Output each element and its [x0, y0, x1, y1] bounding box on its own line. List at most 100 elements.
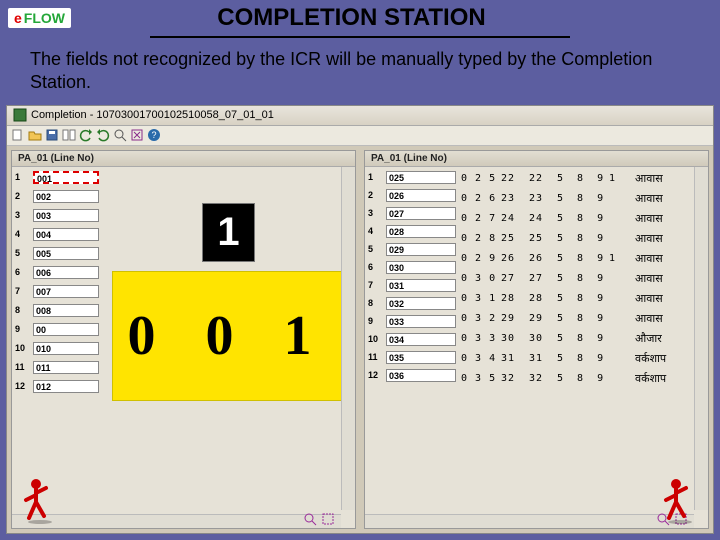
line-no-input[interactable]: 031 [386, 279, 456, 292]
data-row: 0 2 623235 8 9आवास [461, 191, 706, 206]
right-field-row[interactable]: 4 028 [368, 225, 456, 238]
col-n1: 25 [501, 233, 523, 244]
col-n2: 24 [529, 213, 551, 224]
col-code: 0 3 2 [461, 313, 495, 324]
right-field-row[interactable]: 12036 [368, 369, 456, 382]
left-field-row[interactable]: 12012 [15, 380, 99, 393]
line-no-input[interactable]: 002 [33, 190, 99, 203]
col-flag: 1 [609, 253, 629, 264]
col-triple: 5 8 9 [557, 313, 603, 324]
col-code: 0 2 7 [461, 213, 495, 224]
right-field-row[interactable]: 3027 [368, 207, 456, 220]
left-pane-region-icon[interactable] [321, 512, 335, 526]
right-pane-header: PA_01 (Line No) [365, 151, 708, 167]
toolbar-layout-icon[interactable] [62, 128, 76, 142]
line-no-input[interactable]: 030 [386, 261, 456, 274]
right-field-row[interactable]: 7 031 [368, 279, 456, 292]
line-no-input[interactable]: 034 [386, 333, 456, 346]
row-index: 10 [368, 334, 382, 344]
line-no-input[interactable]: 006 [33, 266, 99, 279]
col-n1: 28 [501, 293, 523, 304]
line-no-input[interactable]: 011 [33, 361, 99, 374]
col-n1: 22 [501, 173, 523, 184]
right-field-row[interactable]: 10 034 [368, 333, 456, 346]
row-index: 7 [15, 286, 29, 296]
line-no-input[interactable]: 026 [386, 189, 456, 202]
line-no-input[interactable]: 032 [386, 297, 456, 310]
right-field-row[interactable]: 1025 [368, 171, 456, 184]
line-no-input[interactable]: 029 [386, 243, 456, 256]
col-code: 0 2 9 [461, 253, 495, 264]
line-no-input[interactable]: 036 [386, 369, 456, 382]
left-scrollbar-vertical[interactable] [341, 167, 355, 510]
toolbar-save-icon[interactable] [45, 128, 59, 142]
right-scrollbar-horizontal[interactable] [365, 514, 694, 528]
left-scrollbar-horizontal[interactable] [12, 514, 341, 528]
left-field-row[interactable]: 8 008 [15, 304, 99, 317]
title-underline [150, 36, 570, 38]
left-field-row[interactable]: 7 007 [15, 285, 99, 298]
line-no-input[interactable]: 005 [33, 247, 99, 260]
right-field-row[interactable]: 5029 [368, 243, 456, 256]
app-logo: eFLOW [8, 8, 71, 28]
line-no-input[interactable]: 004 [33, 228, 99, 241]
toolbar-open-icon[interactable] [28, 128, 42, 142]
right-scrollbar-vertical[interactable] [694, 167, 708, 510]
line-no-input[interactable]: 010 [33, 342, 99, 355]
row-index: 4 [368, 226, 382, 236]
col-n2: 29 [529, 313, 551, 324]
app-toolbar: ? [7, 126, 713, 146]
left-field-row[interactable]: 4004 [15, 228, 99, 241]
left-field-row[interactable]: 9 00 [15, 323, 99, 336]
left-field-row[interactable]: 5 005 [15, 247, 99, 260]
left-pane-zoom-icon[interactable] [303, 512, 317, 526]
toolbar-undo-icon[interactable] [79, 128, 93, 142]
line-no-input[interactable]: 035 [386, 351, 456, 364]
app-icon [13, 108, 27, 122]
left-field-row[interactable]: 11011 [15, 361, 99, 374]
toolbar-new-icon[interactable] [11, 128, 25, 142]
right-field-row[interactable]: 2026 [368, 189, 456, 202]
toolbar-zoomfit-icon[interactable] [130, 128, 144, 142]
line-no-input[interactable]: 007 [33, 285, 99, 298]
row-index: 9 [368, 316, 382, 326]
line-no-input[interactable]: 001 [33, 171, 99, 184]
window-title: Completion - 10703001700102510058_07_01_… [31, 109, 274, 121]
col-triple: 5 8 9 [557, 233, 603, 244]
line-no-input[interactable]: 028 [386, 225, 456, 238]
left-field-row[interactable]: 2002 [15, 190, 99, 203]
zoom-highlight-box: 0 0 1 [112, 271, 345, 401]
logo-part1: e [14, 10, 22, 26]
data-row: 0 2 522225 8 91आवास [461, 171, 706, 186]
row-index: 8 [15, 305, 29, 315]
right-field-row[interactable]: 8032 [368, 297, 456, 310]
line-no-input[interactable]: 025 [386, 171, 456, 184]
col-n1: 30 [501, 333, 523, 344]
row-index: 5 [15, 248, 29, 258]
toolbar-help-icon[interactable]: ? [147, 128, 161, 142]
line-no-input[interactable]: 027 [386, 207, 456, 220]
line-no-input[interactable]: 003 [33, 209, 99, 222]
left-field-row[interactable]: 6006 [15, 266, 99, 279]
left-field-row[interactable]: 1001 [15, 171, 99, 184]
row-index: 9 [15, 324, 29, 334]
toolbar-redo-icon[interactable] [96, 128, 110, 142]
col-n1: 26 [501, 253, 523, 264]
toolbar-find-icon[interactable] [113, 128, 127, 142]
line-no-input[interactable]: 008 [33, 304, 99, 317]
line-no-input[interactable]: 00 [33, 323, 99, 336]
line-no-input[interactable]: 033 [386, 315, 456, 328]
logo-part2: FLOW [24, 10, 65, 26]
col-n2: 31 [529, 353, 551, 364]
svg-text:?: ? [151, 130, 156, 140]
row-index: 7 [368, 280, 382, 290]
data-area: 0 2 522225 8 91आवास 0 2 623235 8 9आवास 0 2… [459, 167, 708, 528]
left-field-row[interactable]: 3003 [15, 209, 99, 222]
left-field-row[interactable]: 10010 [15, 342, 99, 355]
right-field-row[interactable]: 11035 [368, 351, 456, 364]
completion-app-window: Completion - 10703001700102510058_07_01_… [6, 105, 714, 534]
right-field-row[interactable]: 6030 [368, 261, 456, 274]
right-field-row[interactable]: 9 033 [368, 315, 456, 328]
col-n2: 23 [529, 193, 551, 204]
line-no-input[interactable]: 012 [33, 380, 99, 393]
